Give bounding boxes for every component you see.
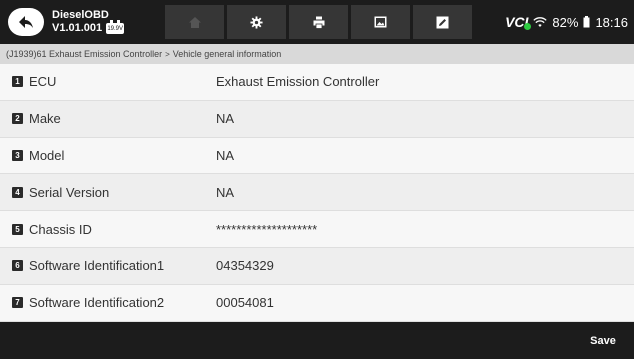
list-item: 2 Make NA bbox=[0, 100, 634, 138]
row-index-badge: 2 bbox=[12, 113, 23, 125]
breadcrumb: (J1939)61 Exhaust Emission Controller > … bbox=[0, 44, 634, 64]
list-item: 5 Chassis ID ******************** bbox=[0, 211, 634, 248]
row-label: Software Identification1 bbox=[29, 258, 165, 274]
info-list: 1 ECU Exhaust Emission Controller 2 Make… bbox=[0, 64, 634, 322]
settings-icon bbox=[250, 15, 263, 29]
app-info: DieselOBD V1.01.001 19.9V bbox=[52, 9, 125, 35]
row-value: ******************** bbox=[216, 221, 318, 237]
list-item: 6 Software Identification1 04354329 bbox=[0, 247, 634, 285]
back-button[interactable] bbox=[8, 8, 44, 36]
row-label: Model bbox=[29, 147, 65, 163]
app-version: V1.01.001 bbox=[52, 22, 103, 34]
back-arrow-icon bbox=[19, 16, 33, 28]
tool-buttons bbox=[165, 5, 472, 39]
save-button[interactable]: Save bbox=[582, 328, 624, 354]
row-value: 04354329 bbox=[216, 258, 274, 274]
app-name: DieselOBD bbox=[52, 9, 109, 21]
list-item: 4 Serial Version NA bbox=[0, 174, 634, 212]
row-value: Exhaust Emission Controller bbox=[216, 74, 380, 90]
list-item: 1 ECU Exhaust Emission Controller bbox=[0, 64, 634, 101]
battery-icon bbox=[583, 16, 590, 28]
row-label: Chassis ID bbox=[29, 221, 92, 237]
row-index-badge: 3 bbox=[12, 149, 23, 161]
print-icon bbox=[313, 16, 324, 29]
bottom-bar: Save bbox=[0, 322, 634, 359]
row-index-badge: 1 bbox=[12, 76, 23, 88]
edit-button[interactable] bbox=[413, 5, 472, 39]
row-value: NA bbox=[216, 147, 235, 163]
list-item: 7 Software Identification2 00054081 bbox=[0, 284, 634, 322]
edit-icon bbox=[436, 16, 449, 28]
print-button[interactable] bbox=[289, 5, 348, 39]
row-value: NA bbox=[216, 184, 235, 200]
clock: 18:16 bbox=[595, 14, 628, 30]
image-icon bbox=[374, 16, 387, 28]
vci-indicator: VCI bbox=[505, 14, 532, 30]
voltage-badge: 19.9V bbox=[106, 20, 125, 34]
row-index-badge: 6 bbox=[12, 260, 23, 272]
row-index-badge: 5 bbox=[12, 223, 23, 235]
home-button[interactable] bbox=[165, 5, 224, 39]
settings-button[interactable] bbox=[227, 5, 286, 39]
breadcrumb-path: (J1939)61 Exhaust Emission Controller bbox=[6, 49, 163, 59]
wifi-icon bbox=[533, 16, 548, 27]
top-toolbar: DieselOBD V1.01.001 19.9V VCI 82% 18:16 bbox=[0, 0, 634, 44]
screenshot-button[interactable] bbox=[351, 5, 410, 39]
list-item: 3 Model NA bbox=[0, 137, 634, 175]
row-value: 00054081 bbox=[216, 295, 274, 311]
row-label: Make bbox=[29, 111, 61, 127]
breadcrumb-current: Vehicle general information bbox=[172, 49, 282, 59]
row-index-badge: 4 bbox=[12, 186, 23, 198]
status-bar: VCI 82% 18:16 bbox=[505, 0, 628, 44]
vci-connected-dot bbox=[524, 23, 532, 30]
row-index-badge: 7 bbox=[12, 297, 23, 309]
breadcrumb-separator: > bbox=[165, 49, 170, 59]
row-label: Serial Version bbox=[29, 184, 110, 200]
battery-percent: 82% bbox=[552, 14, 579, 30]
row-value: NA bbox=[216, 111, 235, 127]
home-icon bbox=[188, 16, 201, 28]
row-label: ECU bbox=[29, 74, 57, 90]
row-label: Software Identification2 bbox=[29, 295, 165, 311]
